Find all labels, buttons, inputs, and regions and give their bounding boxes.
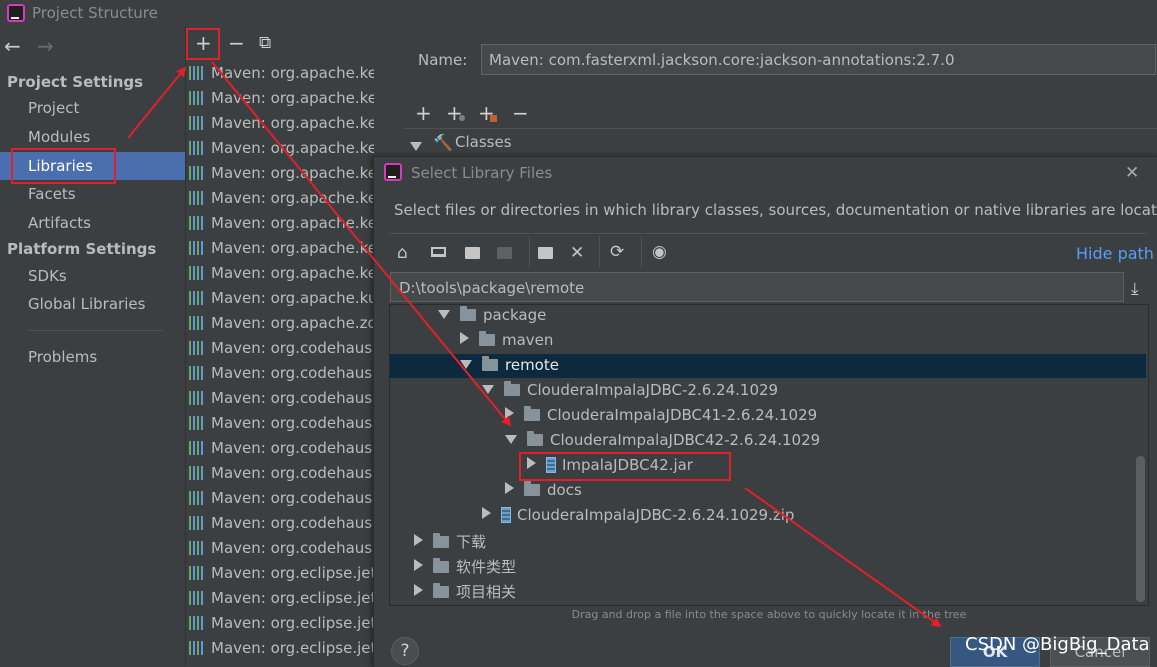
- annotation-arrows: [127, 61, 942, 628]
- arrow-libraries-to-add: [127, 66, 187, 139]
- arrow-jar-to-ok: [744, 487, 942, 628]
- arrow-add-to-folder: [211, 61, 512, 427]
